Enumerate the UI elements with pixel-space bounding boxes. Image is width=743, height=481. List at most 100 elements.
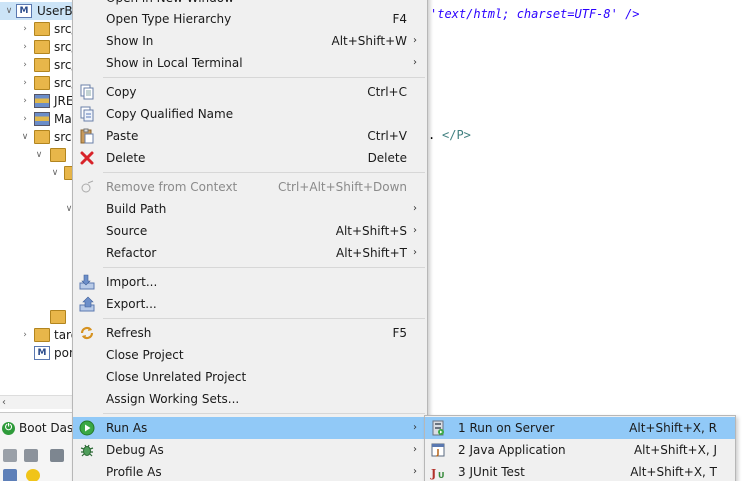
submenu-item-label: 2 Java Application xyxy=(458,443,566,457)
menu-item-refactor[interactable]: Refactor Alt+Shift+T › xyxy=(73,242,427,264)
folder-icon xyxy=(34,130,50,144)
menu-item-paste[interactable]: Paste Ctrl+V xyxy=(73,125,427,147)
tree-item-label: src xyxy=(54,130,72,144)
menu-item-label: Debug As xyxy=(106,443,164,457)
menu-item-debug-as[interactable]: Debug As › xyxy=(73,439,427,461)
tree-item-project[interactable]: ∨ M UserBo xyxy=(0,2,72,20)
tree-item-pom[interactable]: M pon xyxy=(0,344,72,362)
horizontal-scrollbar[interactable]: ‹ xyxy=(0,395,72,409)
tree-item-label: targ xyxy=(54,328,72,342)
submenu-arrow-icon: › xyxy=(413,466,417,477)
menu-item-remove-from-context: Remove from Context Ctrl+Alt+Shift+Down xyxy=(73,176,427,198)
tree-item-src[interactable]: ∨ src xyxy=(0,128,72,146)
menu-item-run-as[interactable]: Run As › xyxy=(73,417,427,439)
collapse-icon[interactable]: › xyxy=(20,93,30,109)
menu-item-label: Profile As xyxy=(106,465,162,479)
menu-item-shortcut: Ctrl+Alt+Shift+Down xyxy=(277,180,407,194)
submenu-arrow-icon: › xyxy=(413,57,417,68)
tree-item-src-folder[interactable]: › src/ xyxy=(0,74,72,92)
run-as-submenu: 1 Run on Server Alt+Shift+X, R J 2 Java … xyxy=(424,415,736,481)
scroll-left-icon[interactable]: ‹ xyxy=(2,396,6,409)
tree-item-src-folder[interactable]: › src/ xyxy=(0,56,72,74)
expand-icon[interactable]: ∨ xyxy=(20,129,30,145)
tree-item-jre[interactable]: › JRE xyxy=(0,92,72,110)
submenu-item-java-application[interactable]: J 2 Java Application Alt+Shift+X, J xyxy=(425,439,735,461)
tree-item-folder[interactable] xyxy=(0,308,72,326)
submenu-arrow-icon: › xyxy=(413,422,417,433)
boot-dashboard-tab[interactable]: ⏻ Boot Dash xyxy=(0,419,72,439)
boot-dashboard: ⏻ Boot Dash xyxy=(0,412,72,481)
submenu-item-run-on-server[interactable]: 1 Run on Server Alt+Shift+X, R xyxy=(425,417,735,439)
tree-item-webapp[interactable]: ∨ xyxy=(0,164,72,182)
code-editor[interactable]: 'text/html; charset=UTF-8' /> . </P> xyxy=(428,0,743,412)
restart-icon[interactable] xyxy=(24,449,38,462)
boot-dashboard-label: Boot Dash xyxy=(19,421,72,435)
tree-item-webinf[interactable]: ∨ xyxy=(0,200,72,218)
run-icon xyxy=(79,420,95,436)
menu-item-label: Copy xyxy=(106,85,137,99)
tree-item-src-folder[interactable]: › src/ xyxy=(0,38,72,56)
menu-item-refresh[interactable]: Refresh F5 xyxy=(73,322,427,344)
lightbulb-icon[interactable] xyxy=(26,469,40,481)
debug-restart-icon[interactable] xyxy=(50,449,64,462)
expand-icon[interactable]: ∨ xyxy=(34,147,44,163)
collapse-icon[interactable]: › xyxy=(20,75,30,91)
menu-item-label: Show in Local Terminal xyxy=(106,56,243,70)
tree-item-main[interactable]: ∨ xyxy=(0,146,72,164)
expand-icon[interactable]: ∨ xyxy=(4,3,14,19)
submenu-arrow-icon: › xyxy=(413,444,417,455)
start-icon[interactable] xyxy=(3,449,17,462)
collapse-icon[interactable]: › xyxy=(20,21,30,37)
tree-item-label: src/ xyxy=(54,58,72,72)
menu-item-label: Open Type Hierarchy xyxy=(106,12,232,26)
menu-item-assign-working-sets[interactable]: Assign Working Sets... xyxy=(73,388,427,410)
pom-file-icon: M xyxy=(34,346,50,360)
folder-icon xyxy=(50,148,66,162)
tree-item-label: src/ xyxy=(54,76,72,90)
source-folder-icon xyxy=(34,58,50,72)
menu-item-show-in-local-terminal[interactable]: Show in Local Terminal › xyxy=(73,52,427,74)
source-folder-icon xyxy=(34,76,50,90)
menu-item-build-path[interactable]: Build Path › xyxy=(73,198,427,220)
eclipse-window: ∨ M UserBo › src/ › src/ › src/ › src/ ›… xyxy=(0,0,743,481)
submenu-item-junit-test[interactable]: J U 3 JUnit Test Alt+Shift+X, T xyxy=(425,461,735,481)
menu-item-close-unrelated-project[interactable]: Close Unrelated Project xyxy=(73,366,427,388)
copy-icon xyxy=(80,84,94,100)
tree-item-maven-deps[interactable]: › Ma xyxy=(0,110,72,128)
expand-icon[interactable]: ∨ xyxy=(64,201,72,217)
menu-separator xyxy=(103,77,425,78)
menu-item-label: Refactor xyxy=(106,246,157,260)
menu-item-copy[interactable]: Copy Ctrl+C xyxy=(73,81,427,103)
library-icon xyxy=(34,94,50,108)
collapse-icon[interactable]: › xyxy=(20,57,30,73)
menu-item-profile-as[interactable]: Profile As › xyxy=(73,461,427,481)
delete-icon xyxy=(80,151,94,165)
menu-item-label: Show In xyxy=(106,34,154,48)
library-icon xyxy=(34,112,50,126)
menu-item-label: Remove from Context xyxy=(106,180,238,194)
menu-item-close-project[interactable]: Close Project xyxy=(73,344,427,366)
tree-item-target[interactable]: › targ xyxy=(0,326,72,344)
refresh-icon xyxy=(80,326,94,340)
menu-item-show-in[interactable]: Show In Alt+Shift+W › xyxy=(73,30,427,52)
collapse-icon[interactable]: › xyxy=(20,327,30,343)
submenu-arrow-icon: › xyxy=(413,247,417,258)
console-icon[interactable] xyxy=(3,469,17,481)
collapse-icon[interactable]: › xyxy=(20,39,30,55)
copy-qualified-icon xyxy=(80,106,94,122)
expand-icon[interactable]: ∨ xyxy=(50,165,60,181)
tree-item-src-folder[interactable]: › src/ xyxy=(0,20,72,38)
menu-item-delete[interactable]: Delete Delete xyxy=(73,147,427,169)
svg-text:U: U xyxy=(438,471,445,480)
java-app-icon: J xyxy=(431,443,445,457)
menu-item-source[interactable]: Source Alt+Shift+S › xyxy=(73,220,427,242)
code-line-meta: 'text/html; charset=UTF-8' /> xyxy=(430,7,640,21)
menu-item-copy-qualified-name[interactable]: Copy Qualified Name xyxy=(73,103,427,125)
menu-item-export[interactable]: Export... xyxy=(73,293,427,315)
menu-item-label: Run As xyxy=(106,421,148,435)
submenu-item-label: 1 Run on Server xyxy=(458,421,555,435)
menu-item-import[interactable]: Import... xyxy=(73,271,427,293)
collapse-icon[interactable]: › xyxy=(20,111,30,127)
menu-item-open-type-hierarchy[interactable]: Open Type Hierarchy F4 xyxy=(73,8,427,30)
junit-icon: J U xyxy=(430,467,445,480)
